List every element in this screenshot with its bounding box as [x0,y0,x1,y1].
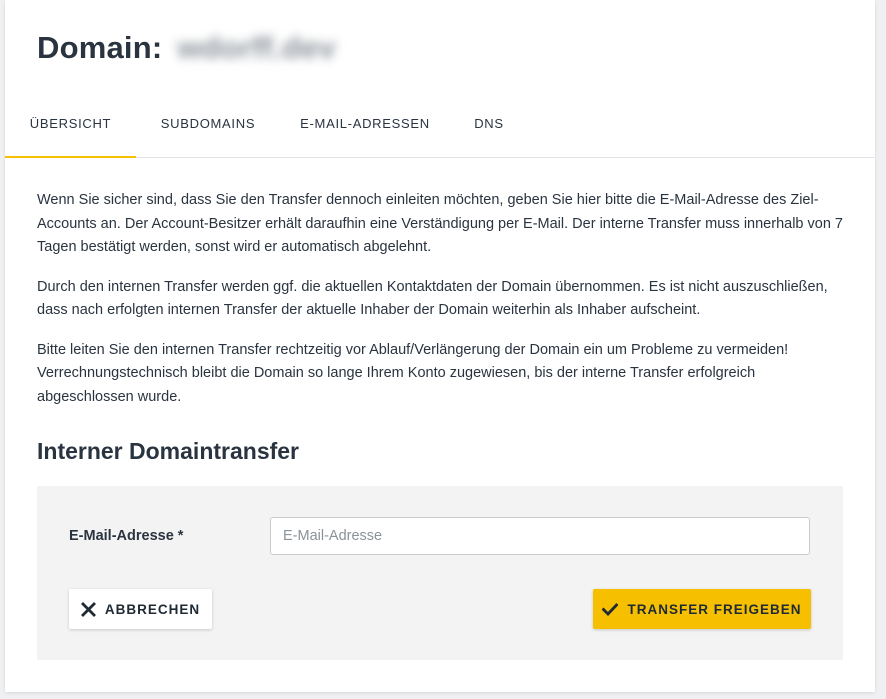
tab-email-adressen[interactable]: E-MAIL-ADRESSEN [280,96,450,157]
close-icon [80,601,96,617]
domain-card: Domain: wdorff.dev ÜBERSICHT SUBDOMAINS … [5,0,875,692]
info-paragraph-transfer: Wenn Sie sicher sind, dass Sie den Trans… [37,192,843,255]
cancel-button-label: ABBRECHEN [104,601,201,617]
tab-bar: ÜBERSICHT SUBDOMAINS E-MAIL-ADRESSEN DNS [5,96,875,158]
info-paragraph-timing: Bitte leiten Sie den internen Transfer r… [37,341,789,405]
info-text: Wenn Sie sicher sind, dass Sie den Trans… [37,189,845,425]
tab-subdomains[interactable]: SUBDOMAINS [136,96,280,157]
transfer-form: E-Mail-Adresse * ABBRECHEN TRANSFER FREI… [37,486,843,660]
tab-uebersicht[interactable]: ÜBERSICHT [5,96,136,158]
email-label: E-Mail-Adresse * [69,528,184,544]
info-paragraph-contacts: Durch den internen Transfer werden ggf. … [37,278,828,319]
check-icon [602,602,619,616]
cancel-button[interactable]: ABBRECHEN [69,589,212,629]
section-title: Interner Domaintransfer [37,438,300,464]
page-title: Domain: wdorff.dev [37,30,336,66]
email-input[interactable] [270,517,810,555]
transfer-freigeben-button[interactable]: TRANSFER FREIGEBEN [593,589,811,629]
tab-dns[interactable]: DNS [450,96,528,157]
page-title-prefix: Domain: [37,30,163,65]
submit-button-label: TRANSFER FREIGEBEN [627,601,802,617]
domain-name-blurred: wdorff.dev [177,30,336,65]
